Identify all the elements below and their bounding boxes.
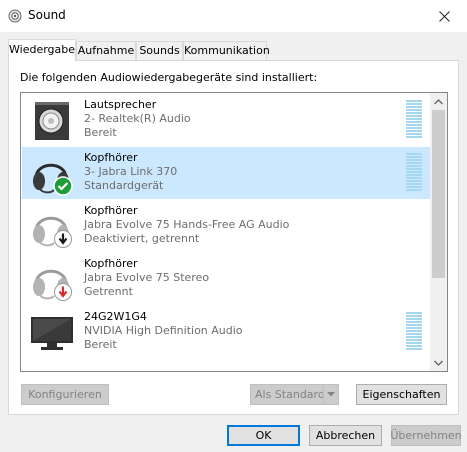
device-description: 2- Realtek(R) Audio (84, 112, 191, 125)
device-item-kopfhoerer-evolve-stereo[interactable]: Kopfhörer Jabra Evolve 75 Stereo Getrenn… (22, 253, 430, 305)
device-name: Lautsprecher (84, 98, 157, 111)
monitor-icon (31, 317, 73, 350)
device-item-kopfhoerer-evolve-hands-free[interactable]: Kopfhörer Jabra Evolve 75 Hands-Free AG … (22, 200, 430, 252)
set-default-label: Als Standard (255, 388, 325, 401)
scroll-thumb[interactable] (432, 110, 445, 278)
speaker-icon (35, 102, 69, 140)
tab-aufnahme[interactable]: Aufnahme (76, 41, 136, 60)
headset-icon (33, 216, 72, 248)
device-description: NVIDIA High Definition Audio (84, 324, 243, 337)
set-default-button[interactable]: Als Standard (250, 384, 339, 405)
device-name: Kopfhörer (84, 151, 138, 164)
device-item-kopfhoerer-jabra-link[interactable]: Kopfhörer 3- Jabra Link 370 Standardgerä… (22, 147, 430, 199)
chevron-up-icon (434, 98, 443, 104)
tab-wiedergabe[interactable]: Wiedergabe (8, 39, 76, 61)
tab-kommunikation[interactable]: Kommunikation (183, 41, 270, 60)
title-bar: Sound (0, 0, 467, 32)
chevron-down-icon (327, 392, 335, 397)
properties-button[interactable]: Eigenschaften (356, 384, 447, 405)
cancel-button[interactable]: Abbrechen (309, 425, 382, 446)
window-title: Sound (28, 8, 66, 22)
set-default-dropdown[interactable] (323, 385, 338, 404)
device-status: Deaktiviert, getrennt (84, 232, 200, 245)
volume-meter (406, 312, 422, 352)
device-description: Jabra Evolve 75 Hands-Free AG Audio (84, 218, 290, 231)
device-item-lautsprecher[interactable]: Lautsprecher 2- Realtek(R) Audio Bereit (22, 94, 430, 146)
disabled-arrow-badge (54, 230, 72, 248)
disconnected-arrow-badge (54, 283, 72, 301)
scroll-up-button[interactable] (430, 93, 447, 110)
device-status: Getrennt (84, 285, 133, 298)
volume-meter (406, 100, 422, 140)
volume-meter (406, 153, 422, 193)
device-name: Kopfhörer (84, 257, 138, 270)
default-check-badge (53, 176, 73, 196)
playback-panel: Die folgenden Audiowiedergabegeräte sind… (8, 60, 459, 415)
device-list[interactable]: Lautsprecher 2- Realtek(R) Audio Bereit … (20, 92, 448, 372)
close-button[interactable] (421, 0, 467, 32)
vertical-scrollbar[interactable] (430, 93, 447, 371)
tab-sounds[interactable]: Sounds (136, 41, 183, 60)
ok-button[interactable]: OK (227, 425, 300, 446)
scroll-down-button[interactable] (430, 354, 447, 371)
headset-icon (33, 269, 72, 301)
chevron-down-icon (434, 360, 443, 366)
device-status: Bereit (84, 338, 117, 351)
device-name: Kopfhörer (84, 204, 138, 217)
configure-button[interactable]: Konfigurieren (21, 384, 109, 405)
panel-heading: Die folgenden Audiowiedergabegeräte sind… (20, 71, 318, 84)
device-description: 3- Jabra Link 370 (84, 165, 178, 178)
close-icon (438, 10, 450, 22)
apply-button[interactable]: Übernehmen (390, 425, 462, 446)
device-status: Standardgerät (84, 179, 164, 192)
sound-app-icon (8, 9, 22, 23)
device-status: Bereit (84, 126, 117, 139)
headset-icon (33, 163, 73, 196)
device-description: Jabra Evolve 75 Stereo (84, 271, 210, 284)
device-item-24g2w1g4[interactable]: 24G2W1G4 NVIDIA High Definition Audio Be… (22, 306, 430, 358)
device-name: 24G2W1G4 (84, 310, 147, 323)
